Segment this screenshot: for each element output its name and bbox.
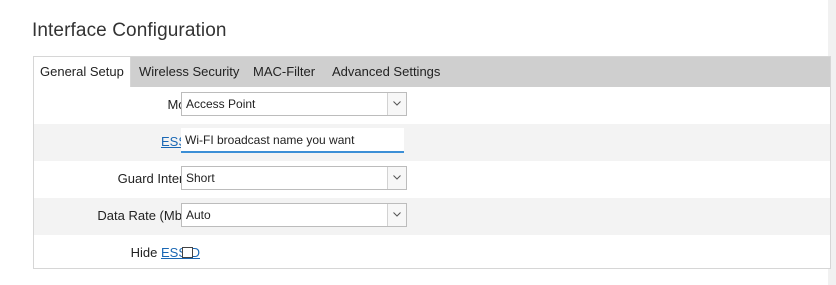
chevron-down-icon bbox=[387, 167, 406, 189]
data-rate-row: Data Rate (Mbps) Auto bbox=[34, 198, 830, 235]
tab-general-setup[interactable]: General Setup bbox=[34, 57, 131, 87]
data-rate-value: Auto bbox=[186, 208, 211, 222]
mode-select[interactable]: Access Point bbox=[181, 92, 407, 116]
hide-essid-link[interactable]: ESSID bbox=[161, 245, 200, 260]
hide-essid-label-prefix: Hide bbox=[130, 245, 158, 260]
mode-select-value: Access Point bbox=[186, 97, 256, 111]
hide-essid-checkbox[interactable] bbox=[182, 247, 193, 258]
settings-box: General Setup Wireless Security MAC-Filt… bbox=[33, 56, 831, 269]
config-panel: Interface Configuration General Setup Wi… bbox=[0, 0, 831, 285]
mode-row: Mode Access Point bbox=[34, 87, 830, 124]
tab-advanced-settings[interactable]: Advanced Settings bbox=[332, 57, 440, 87]
tab-mac-filter[interactable]: MAC-Filter bbox=[253, 57, 315, 87]
chevron-down-icon bbox=[387, 204, 406, 226]
data-rate-select[interactable]: Auto bbox=[181, 203, 407, 227]
hide-essid-row: Hide ESSID bbox=[34, 235, 830, 272]
essid-input[interactable] bbox=[181, 128, 404, 153]
guard-interval-select[interactable]: Short bbox=[181, 166, 407, 190]
chevron-down-icon bbox=[387, 93, 406, 115]
tab-wireless-security[interactable]: Wireless Security bbox=[139, 57, 239, 87]
guard-interval-value: Short bbox=[186, 171, 215, 185]
tab-bar: General Setup Wireless Security MAC-Filt… bbox=[34, 57, 830, 87]
guard-interval-row: Guard Interval Short bbox=[34, 161, 830, 198]
page-title: Interface Configuration bbox=[32, 20, 227, 41]
essid-row: ESSID bbox=[34, 124, 830, 161]
